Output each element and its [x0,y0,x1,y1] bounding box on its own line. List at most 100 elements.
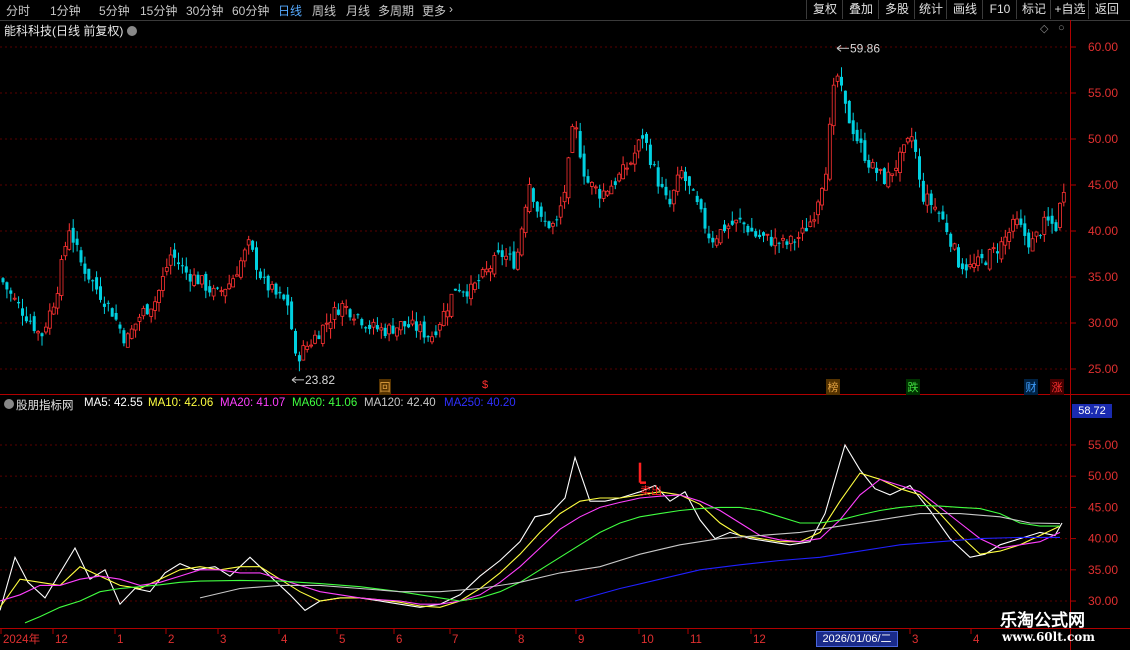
candle-body [812,219,817,222]
candle-body [781,237,785,241]
candle-body [106,302,110,304]
event-mark-dollar[interactable]: $ [480,379,490,391]
date-label: 2024年 [3,632,40,646]
candle-body [699,199,703,210]
candle-body [324,322,329,325]
ma120-label: MA120: 42.40 [364,397,436,409]
candle-body [785,241,789,245]
candle-body [17,301,21,304]
candle-body [574,127,579,130]
candle-body [141,307,146,317]
candle-body [1042,216,1047,235]
candle-body [387,324,392,335]
diamond-icon[interactable]: ◇ [1040,22,1048,35]
candle-body [582,153,586,177]
candle-body [216,287,219,289]
candle-body [484,268,489,273]
candle-body [586,176,590,183]
candle-body [157,289,161,303]
kline-chart[interactable]: 25.00 30.00 35.00 40.00 45.00 50.00 55.00 60.00… [0,0,1130,650]
candle-body [914,139,918,152]
candle-body [79,250,83,263]
candle-body [246,239,251,246]
candle-body [504,255,509,260]
candle-body [1038,235,1042,237]
candle-body [590,182,594,187]
candle-body [102,303,106,307]
candle-body [566,157,571,199]
candle-body [788,235,793,245]
ma-line-ma250 [574,536,1060,602]
candle-body [95,277,99,290]
circle-icon[interactable]: ○ [1058,22,1065,34]
price-tick-label: 45.00 [1088,178,1118,192]
candle-body [987,249,992,270]
candle-body [773,237,778,247]
candle-body [878,168,883,171]
candle-body [457,289,461,292]
candle-body [149,308,154,317]
candle-body [613,181,617,186]
candle-body [305,345,310,350]
ma-line-ma20 [0,478,1061,605]
chevron-down-icon[interactable] [127,26,138,36]
candle-body [461,291,465,293]
stock-title-text: 能科科技(日线 前复权) [4,24,124,38]
candle-body [980,253,984,259]
candle-body [294,330,297,354]
stock-title[interactable]: 能科科技(日线 前复权) [4,22,138,39]
candle-body [87,268,91,280]
candle-body [469,283,473,300]
candle-body [703,207,707,229]
candle-body [110,308,114,317]
candle-body [804,228,808,232]
candle-body [684,171,687,182]
candle-body [356,314,360,316]
candle-body [999,241,1004,260]
candle-body [145,304,149,315]
candle-body [777,242,781,244]
candle-body [551,223,555,227]
candle-body [426,336,430,338]
candle-body [1,278,5,283]
event-mark-die[interactable]: 跌 [906,379,920,395]
candle-body [59,259,64,296]
candle-body [472,282,477,290]
candle-body [21,308,24,316]
date-label: 3 [912,634,918,646]
ma5-label: MA5: 42.55 [84,397,143,409]
event-mark-bang[interactable]: 榜 [826,379,840,395]
candle-body [648,144,652,165]
candle-body [598,189,602,199]
candle-body [1015,218,1019,226]
candle-body [691,189,695,191]
candle-body [671,189,676,205]
candle-body [555,219,559,221]
price-grid [0,46,1070,602]
candle-body [796,236,801,239]
candle-body [949,233,953,247]
candle-body [328,321,333,330]
event-mark-cai[interactable]: 财 [1024,379,1038,395]
candle-body [625,167,629,170]
candle-body [562,191,567,203]
candle-body [746,225,750,233]
candle-body [512,251,516,269]
candle-body [453,288,457,291]
candle-body [870,162,875,169]
candle-body [492,255,497,275]
date-label: 3 [220,634,226,646]
candle-body [687,176,691,186]
price-axes: 25.00 30.00 35.00 40.00 45.00 50.00 55.00 60.00… [0,20,1130,650]
candle-body [28,320,32,322]
candle-body [180,265,184,267]
indicator-name[interactable]: 股朋指标网 [16,397,74,413]
candle-body [488,268,493,273]
event-mark-hui[interactable]: 回 [379,379,391,395]
candle-body [570,126,575,153]
event-mark-zhang[interactable]: 涨 [1050,379,1064,395]
candle-body [875,167,879,173]
ma20-label: MA20: 41.07 [220,397,286,409]
candle-body [1027,232,1031,248]
chevron-down-icon[interactable] [4,399,14,409]
